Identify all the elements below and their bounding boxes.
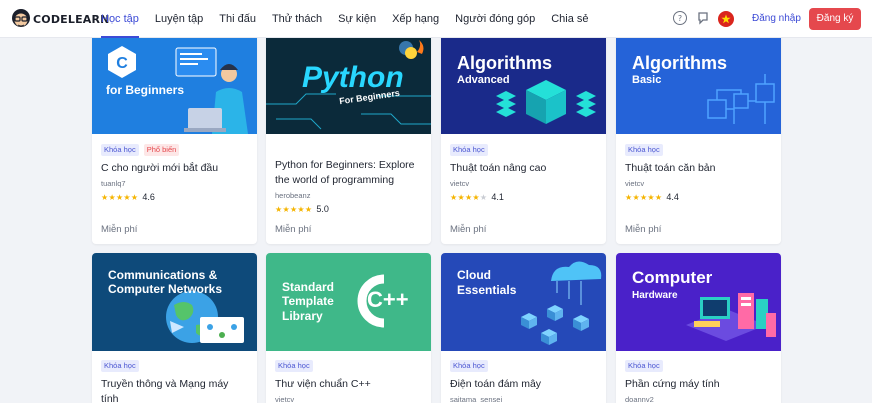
thumbnail-title: Standard Template Library xyxy=(282,280,335,323)
course-body: Khóa học Điện toán đám mây saitama_sense… xyxy=(441,360,606,403)
course-title[interactable]: Thuật toán nâng cao xyxy=(450,161,597,176)
course-title[interactable]: Thuật toán căn bản xyxy=(625,161,772,176)
course-thumbnail: Algorithms Basic xyxy=(616,34,781,134)
course-author[interactable]: vietcv xyxy=(450,179,597,188)
course-card[interactable]: Python For Beginners Python for Beginner… xyxy=(266,34,431,244)
nav-item-xep-hang[interactable]: Xếp hạng xyxy=(384,0,447,38)
star-rating-icon: ★★★★★ xyxy=(625,192,663,202)
course-price: Miễn phí xyxy=(625,224,662,235)
tag-list: Khóa học xyxy=(275,360,422,372)
rating-score: 4.1 xyxy=(491,192,504,202)
course-author[interactable]: doannv2 xyxy=(625,395,772,403)
course-tag: Khóa học xyxy=(101,360,139,372)
course-thumbnail: Cloud Essentials xyxy=(441,253,606,351)
tag-list: Khóa học xyxy=(625,144,772,156)
star-rating-icon: ★★★★★ xyxy=(275,204,313,214)
nav-item-luyen-tap[interactable]: Luyện tập xyxy=(147,0,211,38)
course-title[interactable]: Điện toán đám mây xyxy=(450,377,597,392)
course-card[interactable]: Algorithms Basic Khóa học Thuật toán căn… xyxy=(616,34,781,244)
course-tag: Khóa học xyxy=(101,144,139,156)
thumbnail-subtitle: Basic xyxy=(632,74,662,86)
course-body: Khóa học Thuật toán căn bản vietcv ★★★★★… xyxy=(616,144,781,202)
course-card[interactable]: Communications & Computer Networks Khóa … xyxy=(92,253,257,403)
course-card[interactable]: Standard Template Library C++ Khóa học T… xyxy=(266,253,431,403)
course-author[interactable]: herobeanz xyxy=(275,191,422,200)
course-title[interactable]: C cho người mới bắt đầu xyxy=(101,161,248,176)
thumbnail-title: Communications & Computer Networks xyxy=(108,268,223,297)
course-rating: ★★★★★ 4.6 xyxy=(101,192,248,202)
star-rating-icon: ★★★★★ xyxy=(101,192,139,202)
thumbnail-subtitle: for Beginners xyxy=(106,83,185,97)
thumbnail-subtitle: C++ xyxy=(367,287,409,312)
course-rating: ★★★★★ 5.0 xyxy=(275,204,422,214)
course-body: Khóa học Phần cứng máy tính doannv2 xyxy=(616,360,781,403)
thumbnail-title: Computer xyxy=(632,268,713,287)
nav-item-chia-se[interactable]: Chia sẻ xyxy=(543,0,596,38)
tag-list: Khóa học xyxy=(450,360,597,372)
thumbnail-title: Cloud Essentials xyxy=(457,268,517,297)
course-tag: Khóa học xyxy=(450,144,488,156)
course-title[interactable]: Truyền thông và Mạng máy tính xyxy=(101,377,248,403)
course-card[interactable]: Computer Hardware Khóa học Phần cứng máy… xyxy=(616,253,781,403)
thumbnail-subtitle: Hardware xyxy=(632,290,678,301)
course-tag: Khóa học xyxy=(450,360,488,372)
rating-score: 4.6 xyxy=(142,192,155,202)
course-thumbnail: Algorithms Advanced xyxy=(441,34,606,134)
thumbnail-title: Algorithms xyxy=(632,53,728,73)
nav-item-nguoi-dong-gop[interactable]: Người đóng góp xyxy=(447,0,543,38)
rating-score: 4.4 xyxy=(666,192,679,202)
thumbnail-title: Algorithms xyxy=(457,53,553,73)
nav-item-hoc-tap[interactable]: Học tập xyxy=(93,0,147,38)
tag-list: Khóa học xyxy=(101,360,248,372)
course-author[interactable]: tuanlq7 xyxy=(101,179,248,188)
course-tag: Khóa học xyxy=(625,144,663,156)
course-tag: Khóa học xyxy=(275,360,313,372)
course-author[interactable]: vietcv xyxy=(625,179,772,188)
course-price: Miễn phí xyxy=(450,224,487,235)
course-title[interactable]: Phần cứng máy tính xyxy=(625,377,772,392)
course-title[interactable]: Python for Beginners: Explore the world … xyxy=(275,158,422,188)
tag-list: Khóa học xyxy=(625,360,772,372)
course-card[interactable]: Cloud Essentials Khóa học Điện toán đám … xyxy=(441,253,606,403)
nav-item-thi-dau[interactable]: Thi đấu xyxy=(211,0,264,38)
nav-item-su-kien[interactable]: Sự kiện xyxy=(330,0,384,38)
top-header: CODELEARN Học tập Luyện tập Thi đấu Thử … xyxy=(0,0,872,38)
thumbnail-subtitle: Advanced xyxy=(457,74,510,86)
course-thumbnail: Standard Template Library C++ xyxy=(266,253,431,351)
main-nav: Học tập Luyện tập Thi đấu Thử thách Sự k… xyxy=(93,0,597,38)
course-thumbnail: Communications & Computer Networks xyxy=(92,253,257,351)
course-card[interactable]: C for Beginners Khóa học Phổ biến C cho … xyxy=(92,34,257,244)
signup-button[interactable]: Đăng ký xyxy=(809,8,861,30)
tag-list: Khóa học Phổ biến xyxy=(101,144,248,156)
course-body: Khóa học Phổ biến C cho người mới bắt đầ… xyxy=(92,144,257,202)
logo-mascot-icon xyxy=(10,7,32,31)
star-rating-icon: ★★★★★ xyxy=(450,192,488,202)
course-author[interactable]: vietcv xyxy=(275,395,422,403)
course-card[interactable]: Algorithms Advanced Khóa học Thuật toán … xyxy=(441,34,606,244)
course-thumbnail: Computer Hardware xyxy=(616,253,781,351)
course-tag: Khóa học xyxy=(625,360,663,372)
course-thumbnail: Python For Beginners xyxy=(266,34,431,134)
svg-text:?: ? xyxy=(678,14,682,23)
popular-tag: Phổ biến xyxy=(143,144,180,156)
rating-score: 5.0 xyxy=(316,204,329,214)
course-body: Python for Beginners: Explore the world … xyxy=(266,144,431,214)
course-rating: ★★★★★ 4.1 xyxy=(450,192,597,202)
course-rating: ★★★★★ 4.4 xyxy=(625,192,772,202)
svg-text:C: C xyxy=(116,55,128,72)
login-link[interactable]: Đăng nhập xyxy=(752,13,801,24)
course-body: Khóa học Truyền thông và Mạng máy tính d… xyxy=(92,360,257,403)
help-icon[interactable]: ? xyxy=(673,11,687,25)
nav-item-thu-thach[interactable]: Thử thách xyxy=(264,0,330,38)
notification-icon[interactable] xyxy=(696,11,710,25)
course-author[interactable]: saitama_sensei xyxy=(450,395,597,403)
course-body: Khóa học Thư viện chuẩn C++ vietcv xyxy=(266,360,431,403)
course-body: Khóa học Thuật toán nâng cao vietcv ★★★★… xyxy=(441,144,606,202)
course-title[interactable]: Thư viện chuẩn C++ xyxy=(275,377,422,392)
course-price: Miễn phí xyxy=(275,224,312,235)
course-price: Miễn phí xyxy=(101,224,138,235)
tag-list: Khóa học xyxy=(450,144,597,156)
vietnam-flag-icon[interactable] xyxy=(718,11,734,27)
course-thumbnail: C for Beginners xyxy=(92,34,257,134)
